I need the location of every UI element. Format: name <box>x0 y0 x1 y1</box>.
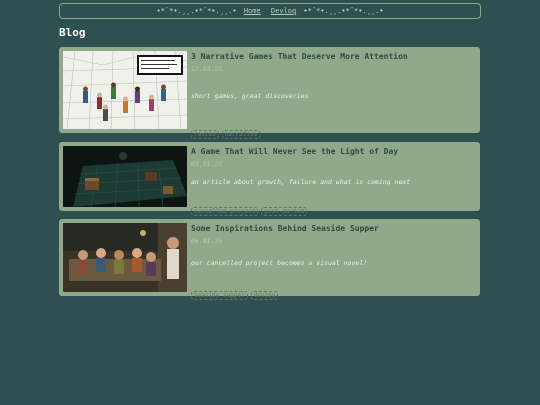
post-date: 06.01.25 <box>191 237 223 245</box>
nav-decoration-right: •*¨*•.¸¸.•*¨*•.¸¸.• <box>303 7 384 15</box>
post-tags: cancelled project post-mortem <box>191 198 310 217</box>
blog-post-card[interactable]: Some Inspirations Behind Seaside Supper … <box>59 219 480 300</box>
nav-link-devlog[interactable]: Devlog <box>271 7 296 15</box>
blog-post-card[interactable]: A Game That Will Never See the Light of … <box>59 142 480 216</box>
tag-devlog[interactable]: devlog <box>250 291 279 300</box>
nav-link-home[interactable]: Home <box>244 7 261 15</box>
post-tags: review narrative <box>191 121 263 140</box>
blog-post-card[interactable]: 3 Narrative Games That Deserve More Atte… <box>59 47 480 139</box>
tag-cancelled-project[interactable]: cancelled project <box>191 207 259 216</box>
post-title[interactable]: Some Inspirations Behind Seaside Supper <box>191 224 379 233</box>
tag-review[interactable]: review <box>191 130 219 139</box>
post-title[interactable]: 3 Narrative Games That Deserve More Atte… <box>191 52 408 61</box>
post-tags: seaside supper devlog <box>191 282 281 301</box>
nav-decoration-left: •*¨*•.¸¸.•*¨*•.¸¸.• <box>156 7 237 15</box>
post-description: short games, great discoveries <box>191 92 309 100</box>
post-thumbnail-image[interactable] <box>63 51 187 129</box>
post-thumbnail-image[interactable] <box>63 223 187 292</box>
post-title[interactable]: A Game That Will Never See the Light of … <box>191 147 398 156</box>
post-description: our cancelled project becomes a visual n… <box>191 259 368 267</box>
post-date: 12.03.25 <box>191 65 223 73</box>
tag-post-mortem[interactable]: post-mortem <box>261 207 308 216</box>
post-description: an article about growth, failure and wha… <box>191 178 411 186</box>
tag-seaside-supper[interactable]: seaside supper <box>191 291 248 300</box>
page-title: Blog <box>59 26 86 39</box>
top-nav: •*¨*•.¸¸.•*¨*•.¸¸.• Home Devlog •*¨*•.¸¸… <box>59 3 481 19</box>
tag-narrative[interactable]: narrative <box>221 130 261 139</box>
post-thumbnail-image[interactable] <box>63 146 187 207</box>
post-date: 03.01.25 <box>191 160 223 168</box>
